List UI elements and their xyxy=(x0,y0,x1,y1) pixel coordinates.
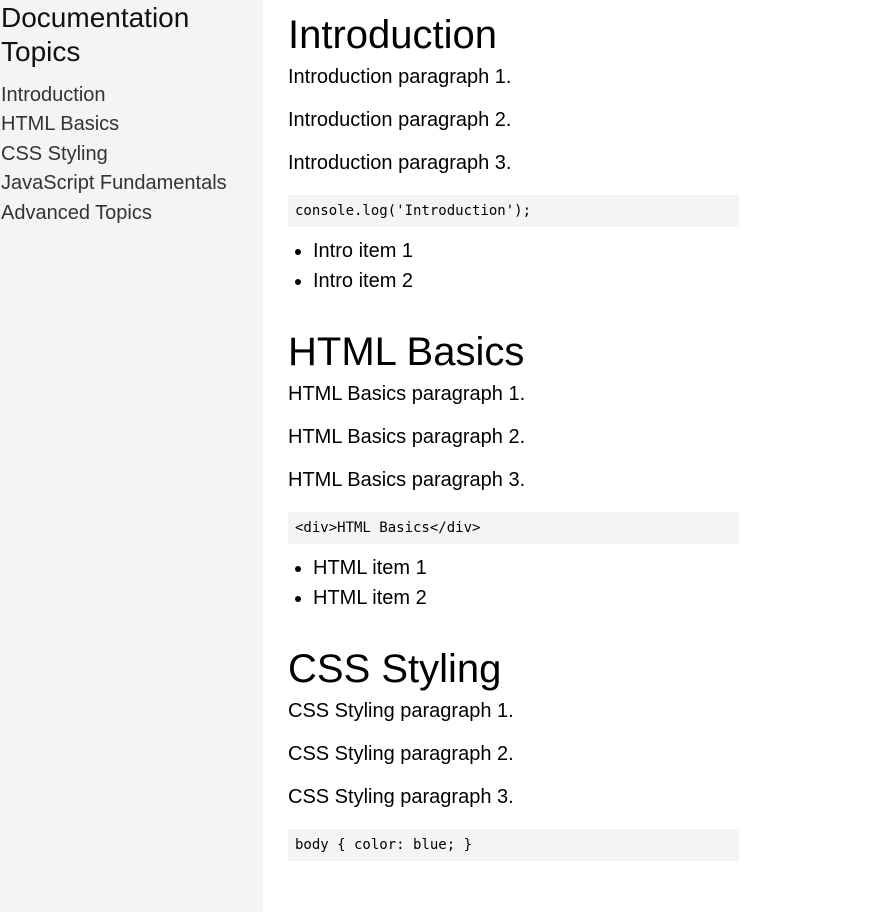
section-paragraph: CSS Styling paragraph 2. xyxy=(288,743,514,765)
section-heading: CSS Styling xyxy=(288,647,502,691)
sidebar-link-html-basics[interactable]: HTML Basics xyxy=(1,113,119,135)
sidebar-nav: Introduction HTML Basics CSS Styling Jav… xyxy=(1,81,263,228)
page-layout: Documentation Topics Introduction HTML B… xyxy=(0,0,875,912)
sidebar-item-javascript-fundamentals: JavaScript Fundamentals xyxy=(1,169,263,198)
list-item: HTML item 2 xyxy=(313,584,739,614)
section-paragraph: CSS Styling paragraph 3. xyxy=(288,786,514,808)
code-block: body { color: blue; } xyxy=(288,829,739,861)
sidebar-link-introduction[interactable]: Introduction xyxy=(1,84,106,106)
section-paragraph: CSS Styling paragraph 1. xyxy=(288,700,514,722)
section-html-basics: HTML Basics HTML Basics paragraph 1. HTM… xyxy=(288,329,739,613)
section-heading: Introduction xyxy=(288,13,498,57)
section-introduction: Introduction Introduction paragraph 1. I… xyxy=(288,12,739,296)
list-item: Intro item 1 xyxy=(313,237,739,267)
sidebar: Documentation Topics Introduction HTML B… xyxy=(0,0,263,912)
list-item: Intro item 2 xyxy=(313,267,739,297)
bullet-list: Intro item 1 Intro item 2 xyxy=(288,237,739,296)
sidebar-item-html-basics: HTML Basics xyxy=(1,110,263,139)
list-item: HTML item 1 xyxy=(313,554,739,584)
sidebar-link-javascript-fundamentals[interactable]: JavaScript Fundamentals xyxy=(1,172,227,194)
code-block: <div>HTML Basics</div> xyxy=(288,512,739,544)
section-paragraph: Introduction paragraph 1. xyxy=(288,66,512,88)
section-paragraph: Introduction paragraph 3. xyxy=(288,152,512,174)
sidebar-title: Documentation Topics xyxy=(1,2,190,67)
section-paragraph: Introduction paragraph 2. xyxy=(288,109,512,131)
main-content: Introduction Introduction paragraph 1. I… xyxy=(288,0,739,871)
sidebar-link-advanced-topics[interactable]: Advanced Topics xyxy=(1,202,152,224)
section-paragraph: HTML Basics paragraph 2. xyxy=(288,426,526,448)
sidebar-link-css-styling[interactable]: CSS Styling xyxy=(1,143,108,165)
section-paragraph: HTML Basics paragraph 3. xyxy=(288,469,526,491)
code-block: console.log('Introduction'); xyxy=(288,195,739,227)
sidebar-item-advanced-topics: Advanced Topics xyxy=(1,199,263,228)
sidebar-item-introduction: Introduction xyxy=(1,81,263,110)
bullet-list: HTML item 1 HTML item 2 xyxy=(288,554,739,613)
section-paragraph: HTML Basics paragraph 1. xyxy=(288,383,526,405)
section-css-styling: CSS Styling CSS Styling paragraph 1. CSS… xyxy=(288,646,739,861)
section-heading: HTML Basics xyxy=(288,330,525,374)
sidebar-item-css-styling: CSS Styling xyxy=(1,140,263,169)
